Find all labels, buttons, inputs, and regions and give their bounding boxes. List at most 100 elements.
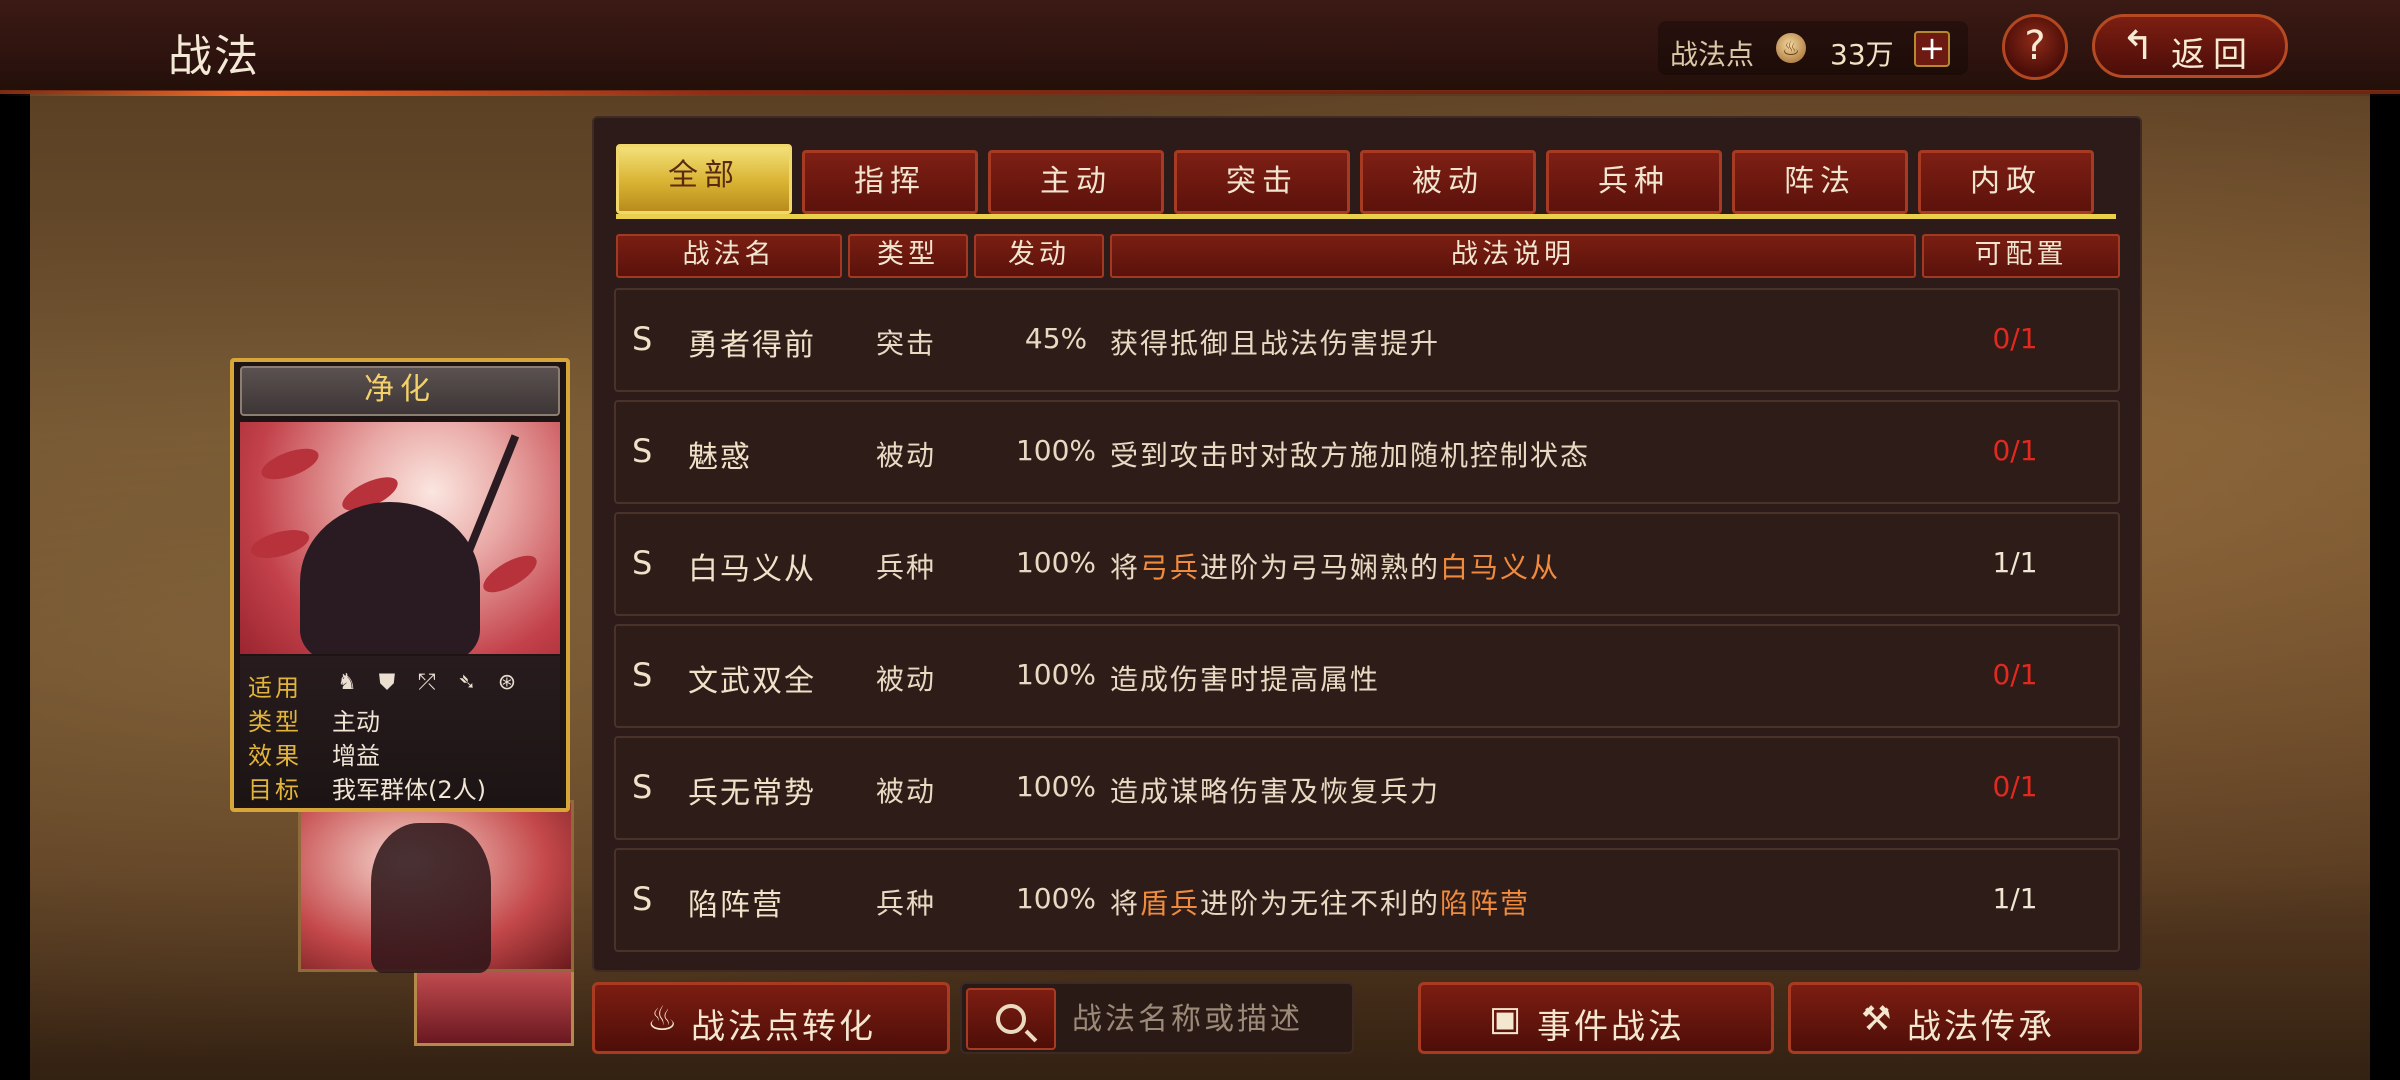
description-text: 将 [1110,887,1141,920]
page-title: 战法 [168,31,260,82]
tactic-type: 被动 [876,775,937,808]
description-text: 将 [1110,551,1141,584]
tactic-row[interactable]: S 兵无常势 被动 100% 造成谋略伤害及恢复兵力 0/1 [614,736,2120,840]
search-input[interactable] [1072,994,1342,1044]
tactic-available-count: 0/1 [1992,322,2038,355]
tactic-row[interactable]: S 白马义从 兵种 100% 将弓兵进阶为弓马娴熟的白马义从 1/1 [614,512,2120,616]
description-text: 获得抵御且战法伤害提升 [1110,327,1441,360]
tactic-trigger-rate: 100% [1015,882,1097,915]
tactic-description: 获得抵御且战法伤害提升 [1110,322,1440,362]
tactic-name: 文武双全 [688,664,816,699]
art-banner-shape [257,442,323,486]
art-banner-shape [478,548,542,600]
description-highlight: 陷阵营 [1440,887,1531,920]
card-target-value: 我军群体(2人) [332,776,486,804]
back-button-label: 返回 [2171,35,2255,75]
tactics-list-panel: 全部 指挥 主动 突击 被动 兵种 阵法 内政 战法名 类型 发动 战法说明 可… [592,116,2142,972]
tactic-inherit-label: 战法传承 [1907,1007,2055,1047]
help-button[interactable]: ? [2002,14,2068,80]
tactic-type: 突击 [876,327,937,360]
tab-all[interactable]: 全部 [616,144,792,214]
tactic-name: 兵无常势 [688,776,816,811]
tactic-trigger-rate: 100% [1015,770,1097,803]
tactic-grade: S [632,656,653,694]
description-text: 进阶为弓马娴熟的 [1200,551,1441,584]
description-text: 造成伤害时提高属性 [1110,663,1381,696]
tactic-trigger-rate: 100% [1015,434,1097,467]
stacked-card-back-1[interactable] [298,800,574,973]
applies-label: 适用 [248,674,302,702]
tactics-list[interactable]: S 勇者得前 突击 45% 获得抵御且战法伤害提升 0/1 S 魅惑 被动 100% 受到攻击时对敌… [614,288,2120,964]
spear-icon: ➴ [457,670,477,695]
card-type-row: 类型 主动 [248,702,558,736]
selected-tactic-card[interactable]: 净化 适用 ♞ ⛊ ⤱ ➴ ⊛ 类型 主动 效果 增益 目标 我军群体(2人) [230,358,570,812]
tactic-points-label: 战法点 [1670,38,1755,71]
tactic-name: 白马义从 [688,552,816,587]
event-tactics-label: 事件战法 [1537,1007,1685,1047]
tactic-name: 陷阵营 [688,888,784,923]
description-highlight: 弓兵 [1140,551,1201,584]
column-header-rate[interactable]: 发动 [974,234,1104,278]
event-tactics-button[interactable]: ▣ 事件战法 [1418,982,1774,1054]
tab-internal[interactable]: 内政 [1918,150,2094,214]
tactic-available-count: 1/1 [1992,882,2038,915]
tactic-trigger-rate: 100% [1015,658,1097,691]
event-scroll-icon: ▣ [1489,999,1525,1039]
tactic-points-display: 战法点 ♨ 33万 + [1658,21,1968,75]
tab-assault[interactable]: 突击 [1174,150,1350,214]
tactic-name: 魅惑 [688,440,752,475]
effect-label: 效果 [248,742,302,770]
type-label: 类型 [248,708,302,736]
shield-infantry-icon: ⛊ [378,670,396,695]
convert-points-button[interactable]: ♨ 战法点转化 [592,982,950,1054]
art-banner-shape [247,524,313,564]
cavalry-icon: ♞ [337,670,357,695]
flame-coin-icon: ♨ [647,999,681,1039]
category-tabs: 全部 指挥 主动 突击 被动 兵种 阵法 内政 [616,144,2116,218]
column-header-available[interactable]: 可配置 [1922,234,2120,278]
tab-troop[interactable]: 兵种 [1546,150,1722,214]
tactic-grade: S [632,320,653,358]
tactic-row[interactable]: S 魅惑 被动 100% 受到攻击时对敌方施加随机控制状态 0/1 [614,400,2120,504]
card-info-panel: 适用 ♞ ⛊ ⤱ ➴ ⊛ 类型 主动 效果 增益 目标 我军群体(2人) [240,656,560,806]
tactic-available-count: 0/1 [1992,434,2038,467]
column-header-type[interactable]: 类型 [848,234,968,278]
tab-active[interactable]: 主动 [988,150,1164,214]
tactic-points-value: 33万 [1830,38,1894,71]
tab-command[interactable]: 指挥 [802,150,978,214]
tab-formation[interactable]: 阵法 [1732,150,1908,214]
archer-icon: ⤱ [418,670,436,695]
card-effect-row: 效果 增益 [248,736,558,770]
card-artwork [240,422,560,654]
flame-coin-icon: ♨ [1776,33,1806,63]
tactic-grade: S [632,432,653,470]
return-arrow-icon: ↰ [2121,23,2155,69]
card-effect-value: 增益 [332,742,380,770]
back-button[interactable]: ↰ 返回 [2092,14,2288,78]
convert-points-label: 战法点转化 [691,1007,876,1047]
tactic-type: 被动 [876,439,937,472]
tactic-description: 造成伤害时提高属性 [1110,658,1380,698]
tactic-row[interactable]: S 文武双全 被动 100% 造成伤害时提高属性 0/1 [614,624,2120,728]
tactic-name: 勇者得前 [688,328,816,363]
tab-passive[interactable]: 被动 [1360,150,1536,214]
description-text: 受到攻击时对敌方施加随机控制状态 [1110,439,1591,472]
tactic-row[interactable]: S 陷阵营 兵种 100% 将盾兵进阶为无往不利的陷阵营 1/1 [614,848,2120,952]
tactic-inherit-button[interactable]: ⚒ 战法传承 [1788,982,2142,1054]
card-target-row: 目标 我军群体(2人) [248,770,558,804]
tactic-row[interactable]: S 勇者得前 突击 45% 获得抵御且战法伤害提升 0/1 [614,288,2120,392]
card-title: 净化 [240,366,560,416]
siege-icon: ⊛ [497,670,517,695]
column-header-description: 战法说明 [1110,234,1916,278]
tactic-type: 被动 [876,663,937,696]
hammer-icon: ⚒ [1861,999,1895,1039]
add-points-button[interactable]: + [1914,31,1950,67]
tactic-grade: S [632,880,653,918]
tactic-description: 将盾兵进阶为无往不利的陷阵营 [1110,882,1530,922]
tactic-available-count: 1/1 [1992,546,2038,579]
tactic-grade: S [632,768,653,806]
search-button[interactable] [966,988,1056,1050]
tactic-grade: S [632,544,653,582]
column-header-name[interactable]: 战法名 [616,234,842,278]
card-art-figure [371,823,491,973]
